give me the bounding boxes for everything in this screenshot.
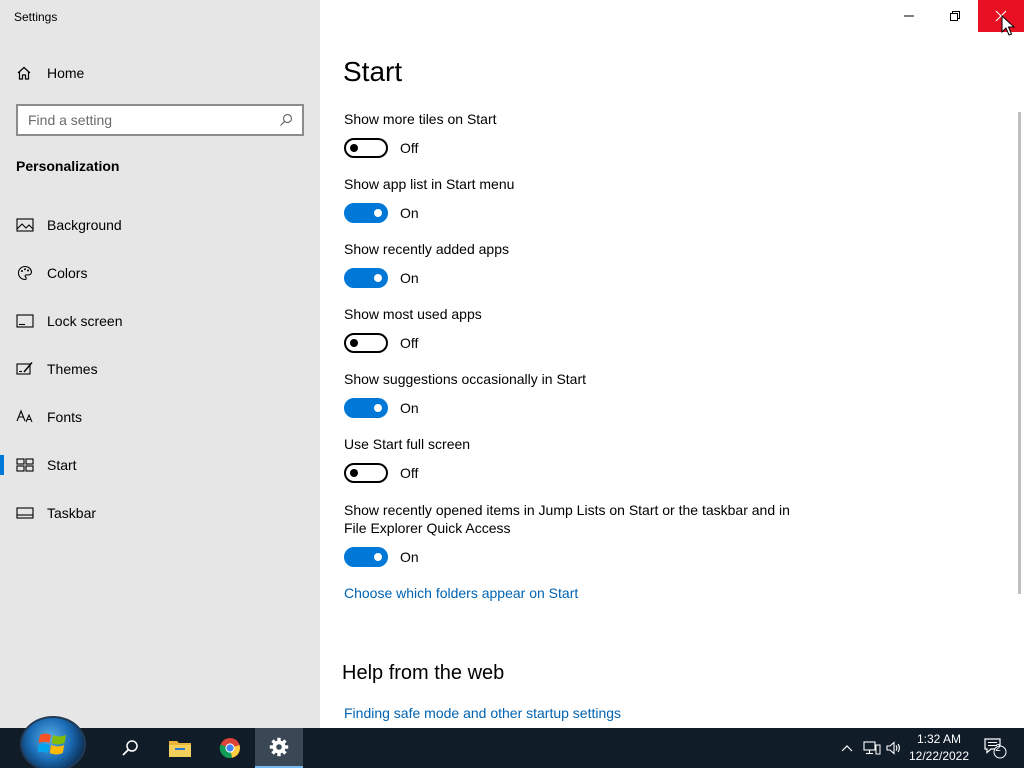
full-screen-toggle[interactable]: Off xyxy=(344,462,418,484)
choose-folders-link[interactable]: Choose which folders appear on Start xyxy=(344,585,578,601)
help-section-title: Help from the web xyxy=(342,662,505,684)
setting-label: Show most used apps xyxy=(344,306,482,322)
toggle-switch[interactable] xyxy=(344,547,388,567)
volume-button[interactable] xyxy=(884,728,904,768)
sidebar-item-label: Start xyxy=(47,457,77,473)
sidebar-item-label: Themes xyxy=(47,361,98,377)
safe-mode-help-link[interactable]: Finding safe mode and other startup sett… xyxy=(344,705,621,721)
sidebar-item-label: Background xyxy=(47,217,122,233)
app-title: Settings xyxy=(14,10,58,24)
navigation-pane: Settings Home Find a setting Personaliza… xyxy=(0,0,320,728)
restore-button[interactable] xyxy=(932,0,978,32)
taskbar-clock[interactable]: 1:32 AM 12/22/2022 xyxy=(904,731,974,765)
setting-label: Show more tiles on Start xyxy=(344,111,497,127)
clock-time: 1:32 AM xyxy=(916,732,962,746)
section-title: Personalization xyxy=(16,158,120,174)
speaker-icon xyxy=(886,741,900,755)
scrollbar[interactable] xyxy=(1018,112,1021,594)
taskbar-icon xyxy=(16,504,34,522)
setting-label-line2: File Explorer Quick Access xyxy=(344,520,511,536)
mouse-cursor-icon xyxy=(1001,15,1015,36)
show-recently-added-toggle[interactable]: On xyxy=(344,267,419,289)
toggle-switch[interactable] xyxy=(344,268,388,288)
home-button[interactable]: Home xyxy=(16,62,84,84)
page-title: Start xyxy=(343,56,403,87)
jump-lists-toggle[interactable]: On xyxy=(344,546,419,568)
setting-label: Show suggestions occasionally in Start xyxy=(344,371,587,387)
settings-icon xyxy=(269,737,289,757)
toggle-state: On xyxy=(400,270,419,286)
sidebar-item-start[interactable]: Start xyxy=(0,445,320,485)
sidebar-item-background[interactable]: Background xyxy=(0,205,320,245)
windows-logo-icon xyxy=(38,733,66,755)
sidebar-item-label: Lock screen xyxy=(47,313,123,329)
show-more-tiles-toggle[interactable]: Off xyxy=(344,137,418,159)
setting-label: Show app list in Start menu xyxy=(344,176,515,192)
toggle-state: Off xyxy=(400,140,419,156)
home-icon xyxy=(17,66,31,80)
toggle-state: Off xyxy=(400,465,419,481)
lock-screen-icon xyxy=(16,312,34,330)
sidebar-item-taskbar[interactable]: Taskbar xyxy=(0,493,320,533)
minimize-button[interactable] xyxy=(886,0,932,32)
search-icon xyxy=(122,740,138,756)
toggle-state: On xyxy=(400,205,419,221)
taskbar-file-explorer[interactable] xyxy=(156,728,204,768)
chevron-up-icon xyxy=(841,745,853,752)
search-input[interactable]: Find a setting xyxy=(28,112,274,128)
toggle-switch[interactable] xyxy=(344,333,388,353)
toggle-switch[interactable] xyxy=(344,398,388,418)
sidebar-item-label: Taskbar xyxy=(47,505,97,521)
sidebar-item-fonts[interactable]: Fonts xyxy=(0,397,320,437)
network-button[interactable] xyxy=(860,728,884,768)
start-button[interactable] xyxy=(20,716,86,768)
show-most-used-toggle[interactable]: Off xyxy=(344,332,418,354)
notification-count-badge: 2 xyxy=(995,743,1001,754)
taskbar-search-button[interactable] xyxy=(106,728,154,768)
palette-icon xyxy=(16,264,34,282)
taskbar-settings[interactable] xyxy=(255,728,303,768)
file-explorer-icon xyxy=(169,741,191,757)
search-icon[interactable] xyxy=(274,108,298,132)
network-icon xyxy=(863,741,881,755)
picture-icon xyxy=(16,216,34,234)
home-label: Home xyxy=(47,65,85,81)
setting-label: Use Start full screen xyxy=(344,436,471,452)
minimize-icon xyxy=(904,15,914,17)
toggle-switch[interactable] xyxy=(344,138,388,158)
themes-icon xyxy=(16,360,34,378)
show-app-list-toggle[interactable]: On xyxy=(344,202,419,224)
toggle-state: On xyxy=(400,549,419,565)
taskbar-chrome[interactable] xyxy=(206,728,254,768)
setting-label: Show recently added apps xyxy=(344,241,509,257)
sidebar-item-colors[interactable]: Colors xyxy=(0,253,320,293)
toggle-switch[interactable] xyxy=(344,203,388,223)
start-icon xyxy=(16,456,34,474)
restore-icon xyxy=(950,11,960,21)
fonts-icon xyxy=(16,408,34,426)
search-box[interactable]: Find a setting xyxy=(16,104,304,136)
toggle-switch[interactable] xyxy=(344,463,388,483)
sidebar-item-lock-screen[interactable]: Lock screen xyxy=(0,301,320,341)
toggle-state: On xyxy=(400,400,419,416)
show-hidden-icons-button[interactable] xyxy=(838,728,856,768)
sidebar-item-themes[interactable]: Themes xyxy=(0,349,320,389)
sidebar-item-label: Fonts xyxy=(47,409,83,425)
setting-label: Show recently opened items in Jump Lists… xyxy=(344,502,790,518)
action-center-button[interactable]: 2 xyxy=(978,728,1012,768)
sidebar-item-label: Colors xyxy=(47,265,88,281)
clock-date: 12/22/2022 xyxy=(908,749,970,763)
chrome-icon xyxy=(219,738,240,759)
toggle-state: Off xyxy=(400,335,419,351)
show-suggestions-toggle[interactable]: On xyxy=(344,397,419,419)
